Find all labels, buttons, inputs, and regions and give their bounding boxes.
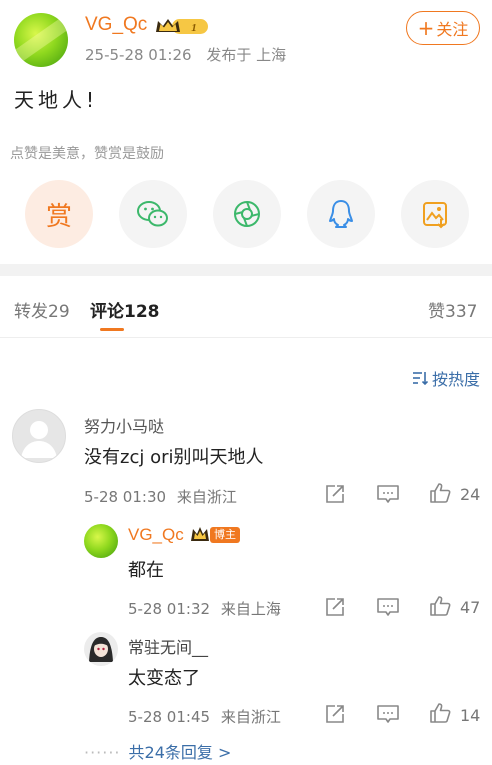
post-meta: 25-5-28 01:26 发布于 上海: [85, 44, 296, 65]
follow-button[interactable]: + 关注: [406, 11, 480, 45]
sort-icon: [413, 372, 428, 385]
repost-icon[interactable]: [324, 596, 346, 618]
anime-avatar-icon: [89, 637, 113, 662]
reply-author-avatar[interactable]: [84, 524, 118, 558]
repost-icon[interactable]: [324, 703, 346, 725]
post-date: 25-5-28 01:26: [85, 46, 192, 64]
like-count: 14: [460, 706, 481, 725]
like-icon[interactable]: [428, 594, 452, 618]
repost-icon[interactable]: [324, 483, 346, 505]
blogger-badge: 博主: [210, 527, 240, 543]
reply-author-name[interactable]: VG_Qc: [128, 525, 184, 545]
sort-by-hot-button[interactable]: 按热度: [412, 366, 480, 390]
follow-label: 关注: [436, 20, 469, 39]
reply-text: 太变态了: [128, 668, 200, 689]
commenter-avatar[interactable]: [12, 409, 66, 463]
tab-repost[interactable]: 转发29: [14, 297, 70, 322]
comment-location: 来自浙江: [176, 488, 237, 506]
more-replies-label: 共24条回复 >: [128, 743, 232, 762]
comment-date: 5-28 01:30: [84, 488, 167, 506]
like-count: 24: [460, 485, 481, 504]
reward-label: 赏: [45, 201, 72, 232]
reward-button[interactable]: 赏: [25, 180, 93, 248]
share-wechat-button[interactable]: [119, 180, 187, 248]
comment-text: 没有zcj ori别叫天地人: [84, 447, 264, 468]
comment-icon[interactable]: [376, 703, 400, 725]
tab-repost-count: 29: [48, 302, 70, 322]
vip-crown-icon[interactable]: 1: [154, 16, 210, 36]
default-avatar-icon: [21, 421, 57, 458]
like-count: 47: [460, 598, 481, 617]
commenter-name[interactable]: 努力小马哒: [84, 413, 164, 437]
active-tab-indicator: [100, 328, 124, 331]
post-location: 发布于 上海: [206, 46, 287, 64]
share-qq-button[interactable]: [307, 180, 375, 248]
dots-divider: ······: [84, 743, 121, 762]
like-icon[interactable]: [428, 701, 452, 725]
post-author-name[interactable]: VG_Qc: [85, 14, 147, 36]
weibo-post-detail: VG_Qc 1 25-5-28 01:26 发布于 上海 + 关注 天地人! 点…: [0, 0, 492, 765]
view-all-replies-link[interactable]: ······ 共24条回复 >: [84, 739, 231, 763]
reward-share-row: 赏: [25, 180, 475, 248]
reply-date: 5-28 01:45: [128, 708, 211, 726]
share-moments-button[interactable]: [213, 180, 281, 248]
comment-icon[interactable]: [376, 483, 400, 505]
section-divider: [0, 264, 492, 276]
tab-like[interactable]: 赞337: [428, 297, 477, 322]
tab-like-count: 337: [445, 302, 478, 322]
comment-icon[interactable]: [376, 596, 400, 618]
vip-crown-icon: [191, 527, 209, 541]
tab-like-label: 赞: [428, 302, 445, 322]
qq-icon: [329, 200, 353, 228]
tab-divider: [0, 337, 492, 338]
reply-location: 来自浙江: [220, 708, 281, 726]
tab-comment-label: 评论: [90, 302, 124, 322]
reply-author-name[interactable]: 常驻无间__: [128, 634, 208, 658]
reply-meta: 5-28 01:45 来自浙江: [128, 706, 287, 727]
wechat-icon: [137, 201, 168, 227]
reward-hint: 点赞是美意，赞赏是鼓励: [10, 146, 164, 162]
reply-meta: 5-28 01:32 来自上海: [128, 598, 287, 619]
tab-comment[interactable]: 评论128: [90, 297, 160, 322]
moments-icon: [234, 201, 260, 227]
save-image-icon: [423, 202, 447, 229]
tab-comment-count: 128: [124, 302, 160, 322]
reply-date: 5-28 01:32: [128, 600, 211, 618]
post-text: 天地人!: [14, 88, 99, 112]
comment-meta: 5-28 01:30 来自浙江: [84, 486, 243, 507]
like-icon[interactable]: [428, 481, 452, 505]
save-image-button[interactable]: [401, 180, 469, 248]
sort-label: 按热度: [432, 370, 481, 389]
reply-author-avatar[interactable]: [84, 632, 118, 666]
tab-repost-label: 转发: [14, 302, 48, 322]
post-author-avatar[interactable]: [14, 13, 68, 67]
reply-text: 都在: [128, 560, 164, 581]
reply-location: 来自上海: [220, 600, 281, 618]
svg-text:1: 1: [191, 22, 197, 34]
plus-icon: +: [417, 16, 435, 40]
